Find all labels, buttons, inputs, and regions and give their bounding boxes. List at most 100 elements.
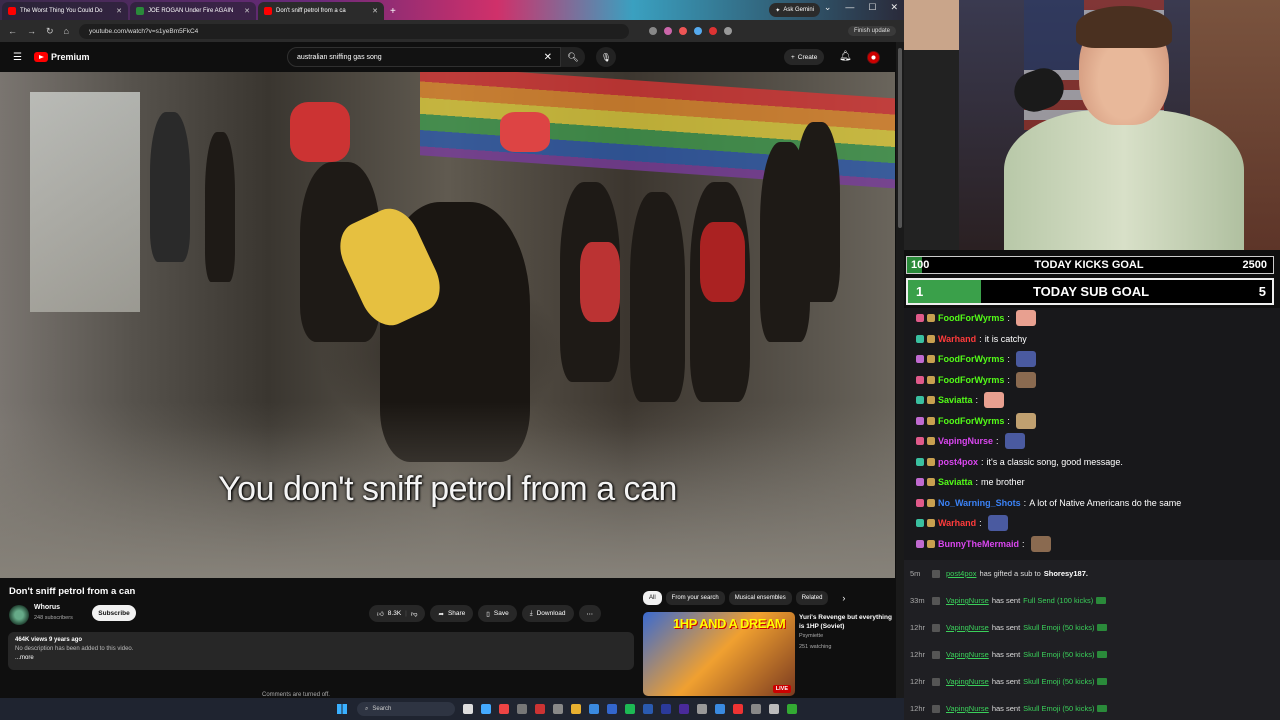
clear-search-icon[interactable]: ✕ (544, 52, 552, 63)
chat-username[interactable]: Warhand (938, 518, 976, 528)
profile-icon[interactable] (723, 27, 732, 35)
event-username[interactable]: VapingNurse (946, 704, 989, 713)
like-button[interactable]: 👍︎ 8.3K | 👎︎ (369, 605, 426, 622)
chat-username[interactable]: FoodForWyrms (938, 416, 1004, 426)
browser-tab[interactable]: The Worst Thing You Could Do ✕ (2, 2, 128, 20)
url-field[interactable]: youtube.com/watch?v=s1yeBm5FkC4 (78, 23, 629, 39)
search-input[interactable]: australian sniffing gas song ✕ (287, 47, 561, 67)
chat-username[interactable]: Saviatta (938, 395, 973, 405)
spotify-icon[interactable] (625, 704, 635, 714)
create-button[interactable]: + Create (784, 49, 825, 65)
chip-from-your-search[interactable]: From your search (665, 591, 725, 605)
thumbs-down-icon[interactable]: 👎︎ (411, 610, 418, 618)
app-icon[interactable] (661, 704, 671, 714)
voice-search-button[interactable]: 🎙︎ (596, 47, 616, 67)
app-icon[interactable] (733, 704, 743, 714)
channel-name[interactable]: Whorus (34, 604, 60, 611)
scrollbar-thumb[interactable] (898, 48, 902, 228)
app-icon[interactable] (589, 704, 599, 714)
notifications-bell-icon[interactable]: 🔔︎ (839, 51, 852, 62)
app-icon[interactable] (643, 704, 653, 714)
kicks-goal-bar: 100 TODAY KICKS GOAL 2500 (906, 256, 1274, 274)
maximize-icon[interactable]: ☐ (868, 2, 876, 13)
hamburger-menu-icon[interactable]: ☰ (13, 52, 22, 63)
search-button[interactable]: 🔍︎ (561, 47, 585, 67)
chat-username[interactable]: Warhand (938, 334, 976, 344)
app-icon[interactable] (715, 704, 725, 714)
more-actions-button[interactable]: ⋯ (578, 605, 601, 622)
back-icon[interactable]: ← (8, 26, 17, 36)
chat-badge-icon (927, 498, 935, 507)
screen: The Worst Thing You Could Do ✕ JOE ROGAN… (0, 0, 1280, 720)
chat-username[interactable]: No_Warning_Shots (938, 498, 1021, 508)
subscribe-button[interactable]: Subscribe (92, 605, 136, 621)
chat-username[interactable]: post4pox (938, 457, 978, 467)
taskbar-search[interactable]: ⌕ Search (357, 702, 455, 716)
app-icon[interactable] (769, 704, 779, 714)
download-button[interactable]: ⤓ Download (521, 605, 574, 622)
app-icon[interactable] (517, 704, 527, 714)
account-avatar[interactable] (867, 51, 880, 64)
event-username[interactable]: VapingNurse (946, 596, 989, 605)
chip-related[interactable]: Related (795, 591, 829, 605)
chat-username[interactable]: Saviatta (938, 477, 973, 487)
chat-username[interactable]: BunnyTheMermaid (938, 539, 1019, 549)
windows-start-icon[interactable] (337, 704, 347, 714)
extension-icon[interactable] (693, 27, 702, 35)
finish-update-button[interactable]: Finish update (847, 26, 896, 36)
chevron-right-icon[interactable]: › (842, 593, 845, 603)
minimize-icon[interactable]: — (845, 2, 854, 13)
recommended-video-title[interactable]: Yuri's Revenge but everything is 1HP (So… (799, 613, 895, 631)
app-icon[interactable] (787, 704, 797, 714)
extension-icon[interactable] (708, 27, 717, 35)
chat-username[interactable]: FoodForWyrms (938, 375, 1004, 385)
video-player[interactable]: You don't sniff petrol from a can (0, 72, 895, 578)
microphone-icon: 🎙︎ (600, 52, 612, 62)
recommended-channel[interactable]: Psymiette (799, 633, 823, 639)
save-button[interactable]: ▯ Save (478, 605, 517, 622)
ask-gemini-button[interactable]: ✦ Ask Gemini (769, 3, 820, 17)
app-icon[interactable] (751, 704, 761, 714)
home-icon[interactable]: ⌂ (64, 26, 69, 36)
event-username[interactable]: VapingNurse (946, 623, 989, 632)
description-box[interactable]: 464K views 9 years ago No description ha… (8, 632, 634, 670)
close-icon[interactable]: ✕ (372, 7, 378, 15)
chip-all[interactable]: All (643, 591, 662, 605)
chat-username[interactable]: FoodForWyrms (938, 313, 1004, 323)
premiere-icon[interactable] (679, 704, 689, 714)
folder-icon[interactable] (571, 704, 581, 714)
youtube-logo[interactable]: Premium (33, 52, 89, 62)
share-button[interactable]: ➦ Share (430, 605, 474, 622)
app-icon[interactable] (553, 704, 563, 714)
app-icon[interactable] (607, 704, 617, 714)
browser-tab-active[interactable]: Don't sniff petrol from a ca ✕ (258, 2, 384, 20)
task-view-icon[interactable] (463, 704, 473, 714)
event-username[interactable]: post4pox (946, 569, 976, 578)
channel-avatar[interactable] (9, 605, 29, 625)
event-row: 12hr VapingNurse has sent Skull Emoji (50 k… (904, 641, 1280, 668)
chat-username[interactable]: VapingNurse (938, 436, 993, 446)
extension-icon[interactable] (678, 27, 687, 35)
chat-colon: : (979, 333, 982, 344)
edge-icon[interactable] (481, 704, 491, 714)
chevron-down-icon[interactable]: ⌄ (824, 2, 832, 13)
page-scrollbar[interactable] (896, 42, 904, 698)
event-username[interactable]: VapingNurse (946, 650, 989, 659)
extension-icon[interactable] (663, 27, 672, 35)
close-icon[interactable]: ✕ (116, 7, 122, 15)
chrome-icon[interactable] (499, 704, 509, 714)
app-icon[interactable] (535, 704, 545, 714)
new-tab-button[interactable]: + (390, 6, 396, 17)
recommended-video-thumbnail[interactable]: 1HP AND A DREAM LIVE (643, 612, 795, 696)
browser-tab[interactable]: JOE ROGAN Under Fire AGAIN ✕ (130, 2, 256, 20)
event-username[interactable]: VapingNurse (946, 677, 989, 686)
chat-username[interactable]: FoodForWyrms (938, 354, 1004, 364)
reload-icon[interactable]: ↻ (46, 26, 54, 37)
app-icon[interactable] (697, 704, 707, 714)
show-more-link[interactable]: ...more (15, 655, 627, 661)
close-icon[interactable]: ✕ (244, 7, 250, 15)
extension-icon[interactable] (648, 27, 657, 35)
close-icon[interactable]: ✕ (890, 2, 898, 13)
forward-icon[interactable]: → (27, 26, 36, 36)
chip-musical-ensembles[interactable]: Musical ensembles (728, 591, 792, 605)
